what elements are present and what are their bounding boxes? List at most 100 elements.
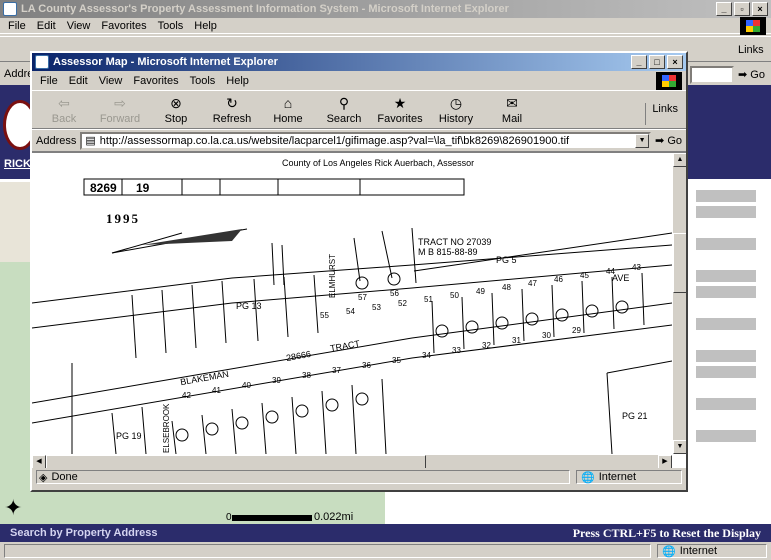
scroll-thumb[interactable] bbox=[673, 233, 686, 293]
home-button[interactable]: ⌂ Home bbox=[260, 95, 316, 125]
search-button[interactable]: ⚲ Search bbox=[316, 95, 372, 125]
menu-view[interactable]: View bbox=[67, 20, 91, 32]
chevron-down-icon[interactable]: ▼ bbox=[635, 133, 650, 148]
lot-number: 40 bbox=[242, 381, 251, 390]
panel-field bbox=[696, 366, 756, 378]
main-address-dropdown[interactable] bbox=[690, 66, 734, 84]
street-elsebrook: ELSEBROOK bbox=[162, 403, 171, 453]
scroll-down-button[interactable]: ▼ bbox=[673, 440, 686, 454]
lot-number: 31 bbox=[512, 336, 521, 345]
history-button[interactable]: ◷ History bbox=[428, 95, 484, 125]
menu-help[interactable]: Help bbox=[226, 75, 249, 87]
search-icon: ⚲ bbox=[338, 95, 350, 111]
main-title-bar[interactable]: LA County Assessor's Property Assessment… bbox=[0, 0, 771, 18]
panel-field bbox=[696, 430, 756, 442]
lot-number: 45 bbox=[580, 271, 589, 280]
main-links[interactable]: Links bbox=[738, 44, 764, 56]
windows-logo-icon bbox=[656, 71, 682, 90]
lot-number: 41 bbox=[212, 386, 221, 395]
forward-button[interactable]: ⇨ Forward bbox=[92, 95, 148, 125]
lot-number: 46 bbox=[554, 275, 563, 284]
mail-button[interactable]: ✉ Mail bbox=[484, 95, 540, 125]
address-input[interactable]: ▤ http://assessormap.co.la.ca.us/website… bbox=[80, 131, 652, 150]
menu-file[interactable]: File bbox=[8, 20, 26, 32]
menu-edit[interactable]: Edit bbox=[37, 20, 56, 32]
refresh-button[interactable]: ↻ Refresh bbox=[204, 95, 260, 125]
favorites-button[interactable]: ★ Favorites bbox=[372, 95, 428, 125]
scroll-left-button[interactable]: ◀ bbox=[32, 455, 46, 468]
close-button[interactable]: × bbox=[752, 2, 768, 16]
stop-button[interactable]: ⊗ Stop bbox=[148, 95, 204, 125]
forward-arrow-icon: ⇨ bbox=[114, 95, 126, 111]
reset-hint: Press CTRL+F5 to Reset the Display bbox=[572, 525, 761, 540]
lot-number: 44 bbox=[606, 267, 615, 276]
lot-number: 55 bbox=[320, 311, 329, 320]
minimize-button[interactable]: _ bbox=[716, 2, 732, 16]
main-menu-bar: File Edit View Favorites Tools Help bbox=[0, 18, 771, 34]
popup-window-title: Assessor Map - Microsoft Internet Explor… bbox=[53, 56, 278, 68]
ie-icon bbox=[35, 55, 49, 69]
lot-number: 35 bbox=[392, 356, 401, 365]
menu-tools[interactable]: Tools bbox=[158, 20, 184, 32]
lot-number: 51 bbox=[424, 295, 433, 304]
lot-number: 48 bbox=[502, 283, 511, 292]
north-arrow-icon bbox=[142, 229, 242, 245]
map-viewport: County of Los Angeles Rick Auerbach, Ass… bbox=[32, 151, 686, 468]
popup-links[interactable]: Links bbox=[645, 103, 682, 125]
ie-icon bbox=[3, 2, 17, 16]
maximize-button[interactable]: □ bbox=[649, 55, 665, 69]
lot-number: 56 bbox=[390, 289, 399, 298]
scale-zero: 0 bbox=[226, 512, 232, 523]
lot-number: 49 bbox=[476, 287, 485, 296]
scroll-thumb[interactable] bbox=[46, 455, 426, 468]
panel-field bbox=[696, 270, 756, 282]
scroll-right-button[interactable]: ▶ bbox=[658, 455, 672, 468]
back-button[interactable]: ⇦ Back bbox=[36, 95, 92, 125]
menu-tools[interactable]: Tools bbox=[190, 75, 216, 87]
maximize-button[interactable]: ▫ bbox=[734, 2, 750, 16]
status-text: Done bbox=[51, 471, 78, 483]
thumbnail-map[interactable] bbox=[0, 182, 34, 262]
history-icon: ◷ bbox=[449, 95, 463, 111]
go-arrow-icon: ➡ bbox=[655, 135, 665, 147]
lot-number: 37 bbox=[332, 366, 341, 375]
address-url: http://assessormap.co.la.ca.us/website/l… bbox=[99, 134, 570, 147]
pg-label-21: PG 21 bbox=[622, 411, 648, 421]
address-label: Address bbox=[36, 134, 77, 147]
menu-edit[interactable]: Edit bbox=[69, 75, 88, 87]
menu-view[interactable]: View bbox=[99, 75, 123, 87]
vertical-scrollbar[interactable]: ▲ ▼ bbox=[672, 153, 686, 454]
search-by-address-link[interactable]: Search by Property Address bbox=[10, 527, 158, 539]
popup-address-bar: Address ▤ http://assessormap.co.la.ca.us… bbox=[32, 129, 686, 151]
globe-icon: 🌐 bbox=[581, 471, 595, 484]
assessor-map-window: Assessor Map - Microsoft Internet Explor… bbox=[30, 51, 688, 492]
main-address-label: Addre bbox=[4, 68, 34, 80]
lot-number: 32 bbox=[482, 341, 491, 350]
popup-title-bar[interactable]: Assessor Map - Microsoft Internet Explor… bbox=[32, 53, 686, 71]
panel-field bbox=[696, 398, 756, 410]
menu-favorites[interactable]: Favorites bbox=[101, 20, 146, 32]
lot-number: 57 bbox=[358, 293, 367, 302]
assessor-map-image[interactable] bbox=[32, 153, 672, 454]
menu-file[interactable]: File bbox=[40, 75, 58, 87]
street-elmhurst: ELMHURST bbox=[328, 253, 337, 298]
mail-icon: ✉ bbox=[506, 95, 518, 111]
popup-status-bar: ◈ Done 🌐 Internet bbox=[32, 468, 686, 486]
popup-go-button[interactable]: ➡ Go bbox=[655, 134, 682, 147]
pg-label-19: PG 19 bbox=[116, 431, 142, 441]
panel-field bbox=[696, 318, 756, 330]
scale-label: 0.022mi bbox=[314, 511, 354, 523]
minimize-button[interactable]: _ bbox=[631, 55, 647, 69]
back-arrow-icon: ⇦ bbox=[58, 95, 70, 111]
menu-favorites[interactable]: Favorites bbox=[133, 75, 178, 87]
scroll-up-button[interactable]: ▲ bbox=[673, 153, 686, 167]
lot-number: 36 bbox=[362, 361, 371, 370]
map-page-number: 19 bbox=[136, 181, 150, 195]
main-status-zone: Internet bbox=[679, 545, 718, 557]
menu-help[interactable]: Help bbox=[194, 20, 217, 32]
horizontal-scrollbar[interactable]: ◀ ▶ bbox=[32, 454, 672, 468]
close-button[interactable]: × bbox=[667, 55, 683, 69]
globe-icon: 🌐 bbox=[662, 545, 676, 558]
main-go-button[interactable]: ➡ Go bbox=[738, 68, 765, 81]
lot-number: 52 bbox=[398, 299, 407, 308]
